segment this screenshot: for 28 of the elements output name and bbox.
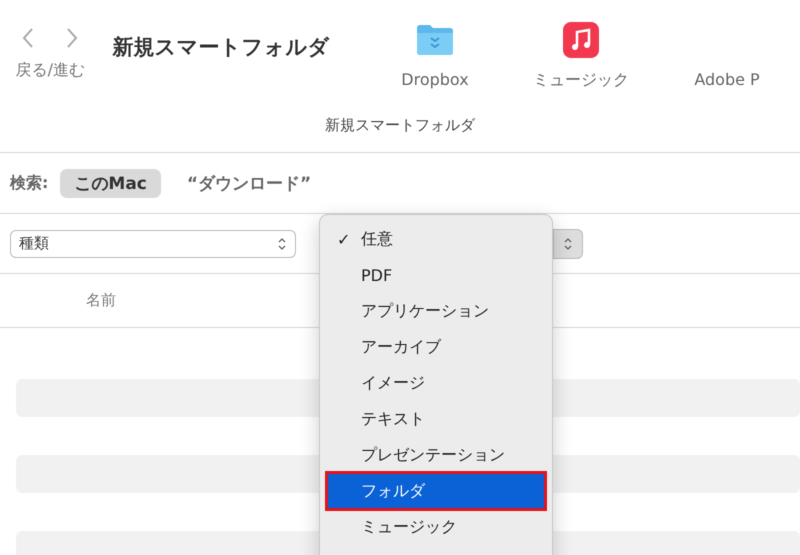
menu-item[interactable]: ✓ 任意 xyxy=(327,221,545,257)
menu-item[interactable]: アーカイブ xyxy=(327,329,545,365)
forward-icon[interactable] xyxy=(65,26,80,50)
value-popup[interactable] xyxy=(553,229,583,259)
menu-item[interactable]: テキスト xyxy=(327,401,545,437)
column-header[interactable]: 名前 xyxy=(86,291,116,310)
updown-icon xyxy=(277,236,287,250)
scope-button[interactable]: “ダウンロード” xyxy=(172,168,326,198)
toolbar-item-label[interactable]: ミュージック xyxy=(533,70,629,92)
menu-item[interactable]: PDF xyxy=(327,257,545,293)
window-title: 新規スマートフォルダ xyxy=(325,116,475,135)
updown-icon xyxy=(563,237,573,251)
scope-button[interactable]: このMac xyxy=(60,168,161,198)
menu-item[interactable]: アプリケーション xyxy=(327,293,545,329)
toolbar-title: 新規スマートフォルダ xyxy=(112,34,331,61)
menu-item[interactable]: フォルダ xyxy=(327,473,545,509)
back-icon[interactable] xyxy=(21,26,36,50)
checkmark: ✓ xyxy=(337,230,350,248)
toolbar-item-label[interactable]: Adobe P xyxy=(694,70,760,92)
attribute-popup[interactable]: 種類 xyxy=(10,230,296,258)
menu-item[interactable]: イメージ xyxy=(327,365,545,401)
music-note-icon xyxy=(563,22,599,58)
folder-icon xyxy=(416,24,454,56)
menu-item[interactable]: ミュージック xyxy=(327,509,545,545)
toolbar-item-label[interactable]: Dropbox xyxy=(401,70,469,92)
search-label: 検索: xyxy=(10,172,48,194)
nav-label: 戻る/進む xyxy=(16,60,85,81)
menu-item[interactable]: プレゼンテーション xyxy=(327,437,545,473)
